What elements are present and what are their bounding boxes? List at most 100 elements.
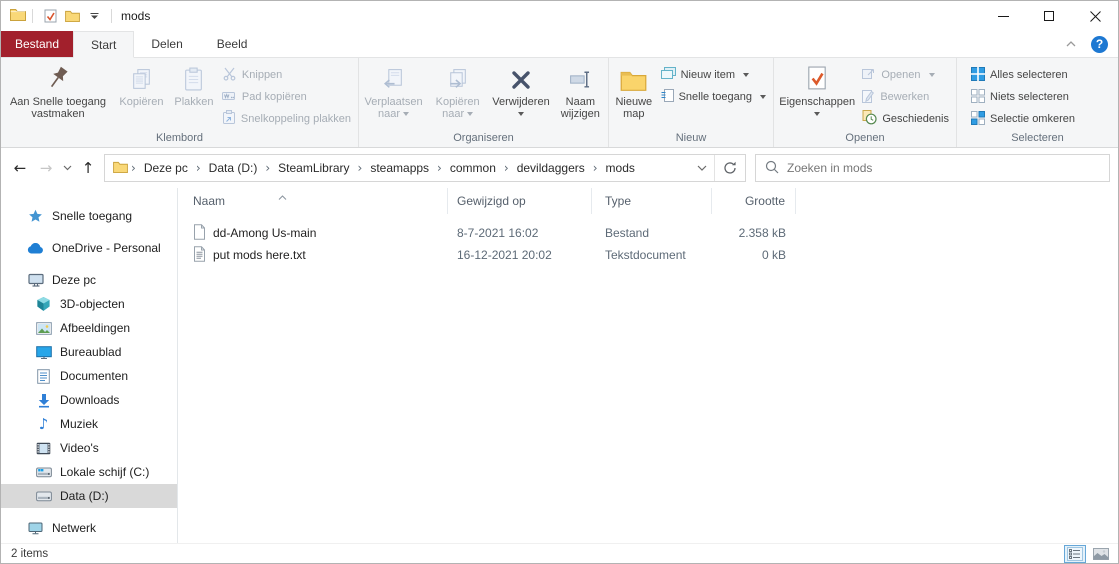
thumbnails-view-button[interactable]: [1090, 545, 1112, 563]
tab-start[interactable]: Start: [73, 31, 135, 58]
ribbon-group-organize: Verplaatsen naar Kopiëren naar Verwijder…: [359, 58, 609, 147]
qat-customize-button[interactable]: [83, 4, 105, 28]
drive-c-icon: [35, 467, 52, 478]
view-switcher: [1064, 544, 1112, 563]
app-folder-icon: [10, 8, 26, 24]
window-controls: [980, 1, 1118, 31]
desktop-icon: [35, 345, 52, 359]
copy-to-icon: [445, 64, 470, 92]
breadcrumb-steamlibrary[interactable]: SteamLibrary: [271, 155, 356, 181]
file-row-put-mods-here[interactable]: put mods here.txt 16-12-2021 20:02 Tekst…: [178, 244, 1118, 266]
dropdown-icon: [928, 73, 935, 77]
text-file-icon: [193, 245, 206, 265]
dropdown-icon: [467, 112, 474, 116]
minimize-button[interactable]: [980, 1, 1026, 31]
properties-large-icon: [805, 64, 829, 92]
sidebar-item-network[interactable]: Netwerk: [1, 516, 177, 540]
breadcrumb-devildaggers[interactable]: devildaggers: [510, 155, 592, 181]
sidebar-item-documents[interactable]: Documenten: [1, 364, 177, 388]
music-note-icon: ♪: [38, 414, 49, 433]
crumb-separator: ›: [437, 161, 442, 175]
crumb-separator: ›: [592, 161, 598, 175]
tab-bestand[interactable]: Bestand: [1, 31, 74, 57]
breadcrumb-common[interactable]: common: [443, 155, 503, 181]
search-input[interactable]: [787, 161, 1100, 175]
crumb-separator: ›: [131, 161, 136, 175]
tab-delen[interactable]: Delen: [134, 31, 199, 57]
quick-access-button[interactable]: Snelle toegang: [658, 86, 772, 108]
tabrow-right: ?: [1061, 31, 1118, 57]
minimize-icon: [997, 15, 1009, 17]
breadcrumb-mods[interactable]: mods: [599, 155, 642, 181]
paste-shortcut-icon: [222, 110, 236, 128]
new-folder-button[interactable]: Nieuwe map: [610, 59, 658, 132]
cut-button[interactable]: Knippen: [219, 64, 357, 86]
copy-button[interactable]: Kopiëren: [114, 59, 169, 132]
paste-shortcut-button[interactable]: Snelkoppeling plakken: [219, 108, 357, 130]
search-icon: [765, 160, 779, 177]
new-item-icon: [660, 67, 676, 83]
select-none-button[interactable]: Niets selecteren: [968, 86, 1081, 108]
sidebar-item-downloads[interactable]: Downloads: [1, 388, 177, 412]
invert-selection-button[interactable]: Selectie omkeren: [968, 108, 1081, 130]
sort-ascending-icon: [278, 189, 287, 203]
sidebar-item-desktop[interactable]: Bureaublad: [1, 340, 177, 364]
chevron-down-icon: [697, 165, 707, 171]
sidebar-item-onedrive[interactable]: OneDrive - Personal: [1, 236, 177, 260]
properties-button[interactable]: Eigenschappen: [775, 59, 859, 132]
forward-button[interactable]: →: [33, 155, 59, 181]
paste-button[interactable]: Plakken: [169, 59, 219, 132]
up-button[interactable]: ↑: [75, 155, 101, 181]
pin-to-quick-access-button[interactable]: Aan Snelle toegang vastmaken: [2, 59, 114, 132]
3d-cube-icon: [35, 296, 52, 312]
delete-x-icon: [509, 64, 533, 92]
rename-button[interactable]: Naam wijzigen: [554, 59, 607, 132]
column-header-name[interactable]: Naam: [178, 188, 448, 214]
file-icon: [193, 223, 206, 243]
maximize-button[interactable]: [1026, 1, 1072, 31]
sidebar-item-this-pc[interactable]: Deze pc: [1, 268, 177, 292]
sidebar-item-data-d[interactable]: Data (D:): [1, 484, 177, 508]
details-view-button[interactable]: [1064, 544, 1086, 563]
delete-button[interactable]: Verwijderen: [488, 59, 553, 132]
sidebar-item-music[interactable]: ♪ Muziek: [1, 412, 177, 436]
copy-path-button[interactable]: Pad kopiëren: [219, 86, 357, 108]
sidebar-item-quick-access[interactable]: Snelle toegang: [1, 204, 177, 228]
sidebar-item-3d-objects[interactable]: 3D-objecten: [1, 292, 177, 316]
edit-button[interactable]: Bewerken: [859, 86, 955, 108]
help-button[interactable]: ?: [1091, 35, 1108, 53]
back-button[interactable]: ←: [7, 155, 33, 181]
dropdown-icon: [760, 95, 766, 99]
qat-properties-button[interactable]: [39, 4, 61, 28]
move-to-button[interactable]: Verplaatsen naar: [360, 59, 427, 132]
qat-new-folder-button[interactable]: [61, 4, 83, 28]
ribbon-tabs: Bestand Start Delen Beeld ?: [1, 31, 1118, 58]
select-all-button[interactable]: Alles selecteren: [968, 64, 1081, 86]
edit-icon: [862, 89, 875, 106]
copy-to-button[interactable]: Kopiëren naar: [427, 59, 488, 132]
column-header-size[interactable]: Grootte: [712, 188, 796, 214]
history-button[interactable]: Geschiedenis: [859, 108, 955, 130]
breadcrumb-steamapps[interactable]: steamapps: [363, 155, 436, 181]
refresh-button[interactable]: [715, 155, 745, 181]
address-dropdown-button[interactable]: [690, 155, 714, 181]
recent-locations-button[interactable]: [59, 155, 75, 181]
file-row-dd-among-us[interactable]: dd-Among Us-main 8-7-2021 16:02 Bestand …: [178, 222, 1118, 244]
address-bar[interactable]: › Deze pc › Data (D:) › SteamLibrary › s…: [104, 154, 746, 182]
column-header-type[interactable]: Type: [592, 188, 712, 214]
file-list: Naam Gewijzigd op Type Grootte dd-Among …: [178, 188, 1118, 543]
ribbon-collapse-button[interactable]: [1061, 34, 1081, 54]
breadcrumb-data-d[interactable]: Data (D:): [202, 155, 265, 181]
sidebar-item-videos[interactable]: Video's: [1, 436, 177, 460]
sidebar-item-local-disk-c[interactable]: Lokale schijf (C:): [1, 460, 177, 484]
tab-beeld[interactable]: Beeld: [200, 31, 265, 57]
close-button[interactable]: [1072, 1, 1118, 31]
drive-d-icon: [35, 491, 52, 502]
sidebar-item-pictures[interactable]: Afbeeldingen: [1, 316, 177, 340]
column-header-modified[interactable]: Gewijzigd op: [448, 188, 592, 214]
properties-icon: [44, 9, 56, 23]
open-button[interactable]: Openen: [859, 64, 955, 86]
group-label-organize: Organiseren: [453, 132, 514, 144]
new-item-button[interactable]: Nieuw item: [658, 64, 772, 86]
breadcrumb-deze-pc[interactable]: Deze pc: [137, 155, 195, 181]
